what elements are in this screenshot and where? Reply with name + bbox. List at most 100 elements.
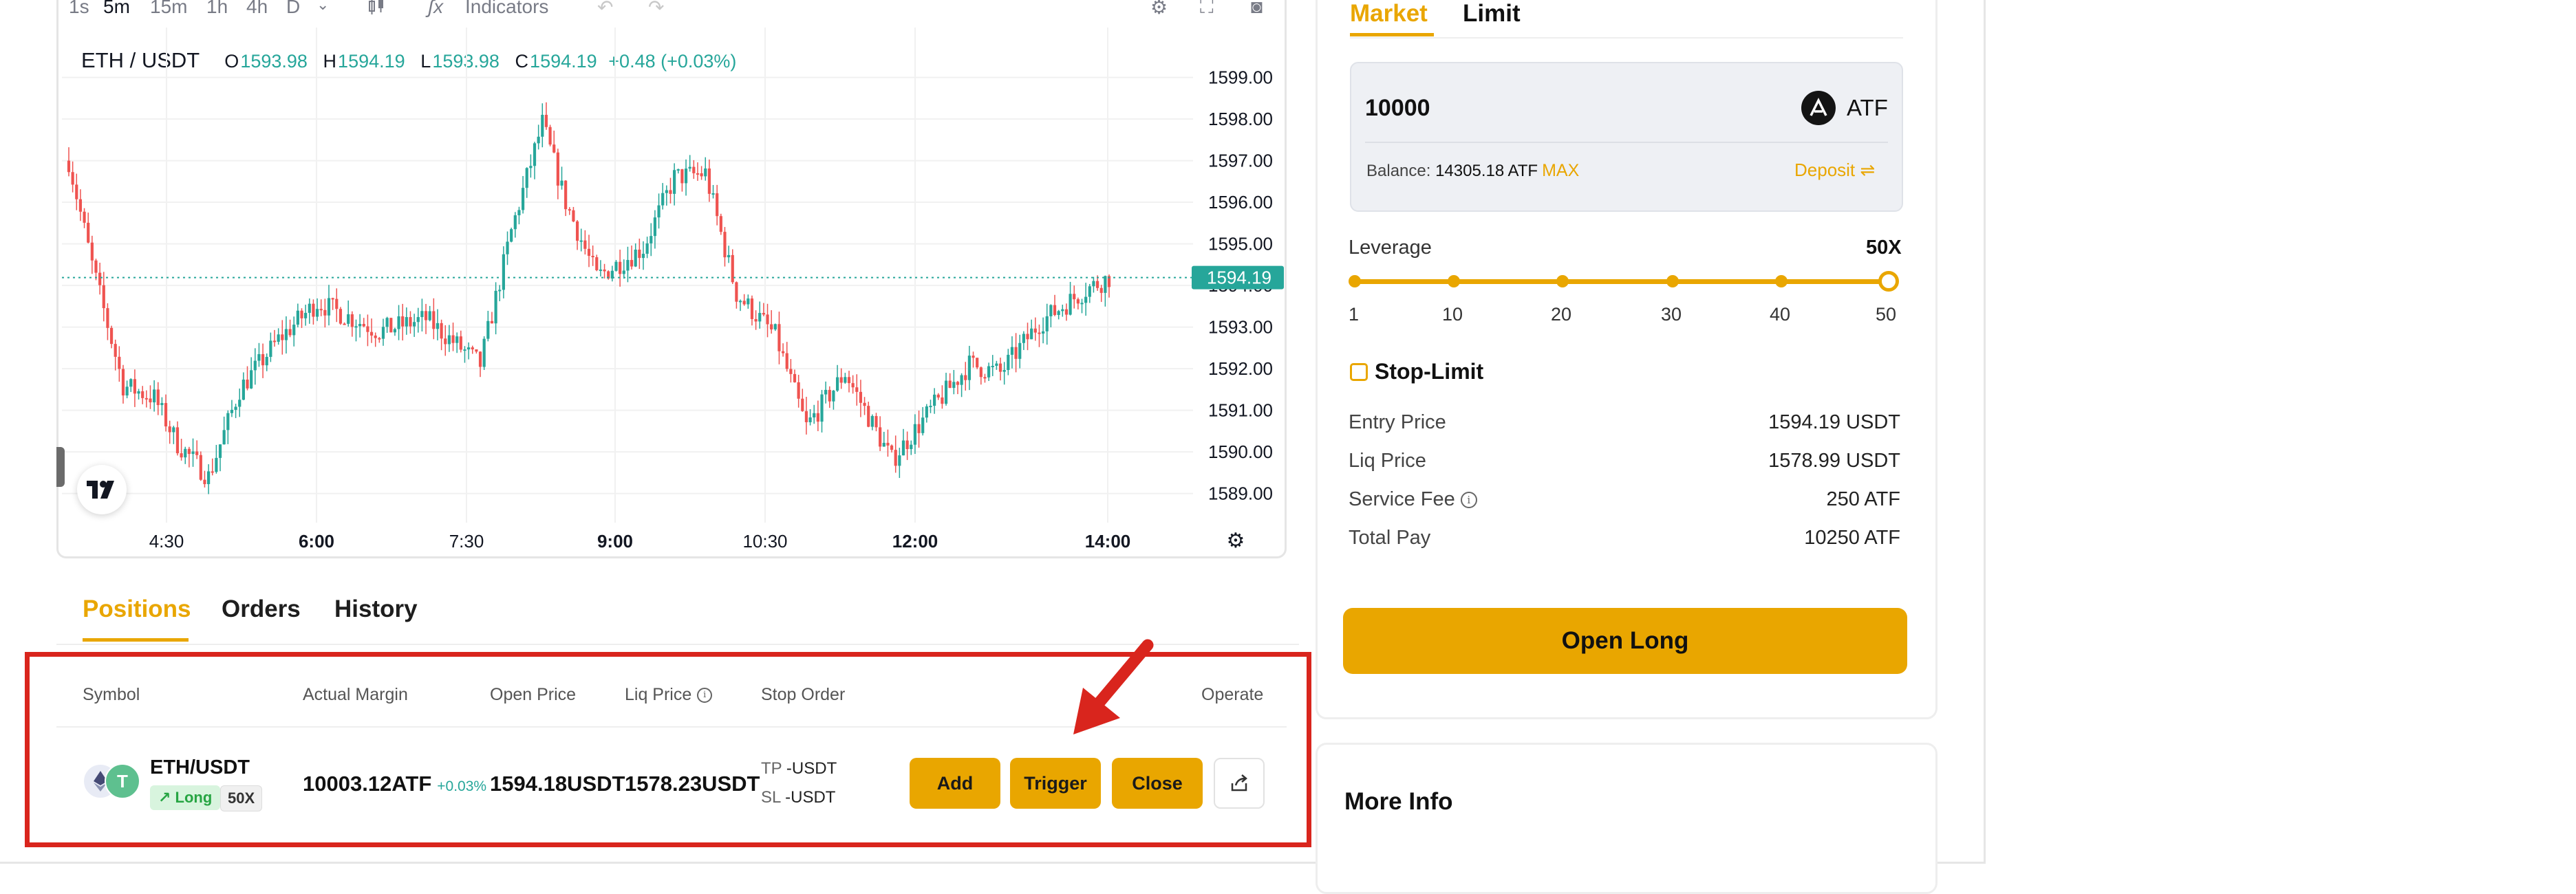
candle-body <box>766 314 769 325</box>
candle-body <box>513 215 517 230</box>
slider-stop[interactable] <box>1349 275 1361 287</box>
price-chart[interactable]: 1599.00 1598.00 1597.00 1596.00 1595.00 1594.… <box>0 0 1307 571</box>
candle-body <box>347 314 350 324</box>
more-info-title[interactable]: More Info <box>1344 788 1452 816</box>
candle-body <box>723 232 727 258</box>
slider-stop[interactable] <box>1666 275 1679 287</box>
candle-body <box>742 301 746 305</box>
candle-body <box>886 442 890 446</box>
candle-body <box>478 351 482 367</box>
candle-body <box>432 311 436 329</box>
candle-body <box>987 366 991 378</box>
candle-body <box>941 397 944 404</box>
candle-body <box>995 363 998 366</box>
info-icon[interactable]: i <box>1460 492 1477 509</box>
candle-body <box>976 358 979 368</box>
candle-body <box>983 377 987 379</box>
tab-limit[interactable]: Limit <box>1463 0 1521 28</box>
candle-body <box>913 424 917 445</box>
leverage-slider-thumb[interactable] <box>1878 271 1899 292</box>
candle-body <box>335 298 339 309</box>
leverage-mark[interactable]: 20 <box>1551 304 1571 325</box>
slider-stop[interactable] <box>1556 275 1569 287</box>
open-long-button[interactable]: Open Long <box>1343 608 1907 674</box>
candle-body <box>882 442 886 447</box>
candle-body <box>1049 305 1053 316</box>
stop-limit-label[interactable]: Stop-Limit <box>1375 359 1483 384</box>
candle-body <box>366 326 369 332</box>
entry-price-label: Entry Price <box>1349 411 1446 433</box>
candle-body <box>1076 299 1080 304</box>
leverage-mark[interactable]: 10 <box>1442 304 1463 325</box>
leverage-mark[interactable]: 40 <box>1770 304 1790 325</box>
candle-body <box>187 448 191 455</box>
deposit-link[interactable]: Deposit ⇌ <box>1794 160 1875 181</box>
total-pay-label: Total Pay <box>1349 527 1431 549</box>
candle-body <box>1014 347 1018 359</box>
candle-body <box>688 166 691 169</box>
leverage-value: 50X <box>1866 237 1902 259</box>
candle-body <box>121 369 125 396</box>
chart-drawer-handle[interactable] <box>56 447 65 487</box>
service-fee-value: 250 ATF <box>1826 488 1900 510</box>
candle-body <box>898 455 901 466</box>
candle-body <box>451 335 455 343</box>
candle-body <box>657 205 661 218</box>
y-tick-label: 1597.00 <box>1208 151 1273 171</box>
slider-stop[interactable] <box>1448 275 1460 287</box>
tradingview-logo-icon[interactable] <box>77 465 127 514</box>
candle-body <box>222 430 226 445</box>
candle-body <box>389 318 393 333</box>
candle-body <box>319 309 323 311</box>
candle-body <box>587 248 591 257</box>
candle-body <box>894 450 897 466</box>
leverage-mark[interactable]: 30 <box>1661 304 1682 325</box>
candle-body <box>67 160 71 173</box>
candle-body <box>409 317 412 327</box>
candle-body <box>272 340 277 342</box>
candle-body <box>486 320 490 339</box>
candle-body <box>700 173 703 177</box>
max-button[interactable]: MAX <box>1542 161 1579 180</box>
candle-body <box>75 184 78 199</box>
candle-body <box>905 440 909 450</box>
stop-limit-checkbox[interactable] <box>1350 363 1368 381</box>
axis-settings-icon[interactable]: ⚙ <box>1227 529 1245 553</box>
candle-body <box>967 356 971 380</box>
y-tick-label: 1590.00 <box>1208 441 1273 462</box>
slider-stop[interactable] <box>1775 275 1788 287</box>
tab-orders[interactable]: Orders <box>222 596 301 623</box>
candle-body <box>556 152 559 186</box>
amount-separator <box>1365 142 1888 143</box>
candle-body <box>413 322 416 327</box>
candle-body <box>459 336 462 350</box>
leverage-mark[interactable]: 1 <box>1349 304 1359 325</box>
candle-body <box>331 298 334 300</box>
candle-body <box>420 311 424 318</box>
amount-input[interactable] <box>1365 91 1709 125</box>
tab-positions[interactable]: Positions <box>83 596 191 623</box>
candle-body <box>835 377 839 391</box>
candle-body <box>684 168 688 184</box>
candle-body <box>762 313 765 315</box>
candle-body <box>901 440 905 456</box>
candle-body <box>199 455 202 480</box>
leverage-slider[interactable] <box>1354 279 1891 284</box>
candle-body <box>308 303 311 313</box>
y-tick-label: 1592.00 <box>1208 358 1273 379</box>
tab-market[interactable]: Market <box>1350 0 1428 28</box>
candle-body <box>144 397 148 400</box>
active-tab-indicator <box>83 638 189 642</box>
candle-body <box>1026 334 1029 340</box>
candle-body <box>890 445 894 450</box>
candle-body <box>1002 370 1006 372</box>
leverage-mark[interactable]: 50 <box>1876 304 1896 325</box>
candle-body <box>211 471 214 473</box>
candle-body <box>568 209 571 211</box>
atf-token-icon <box>1801 91 1836 125</box>
liq-price-label: Liq Price <box>1349 450 1426 472</box>
candle-body <box>354 326 358 328</box>
candle-body <box>921 417 925 433</box>
tab-history[interactable]: History <box>334 596 418 623</box>
candle-body <box>253 360 257 371</box>
